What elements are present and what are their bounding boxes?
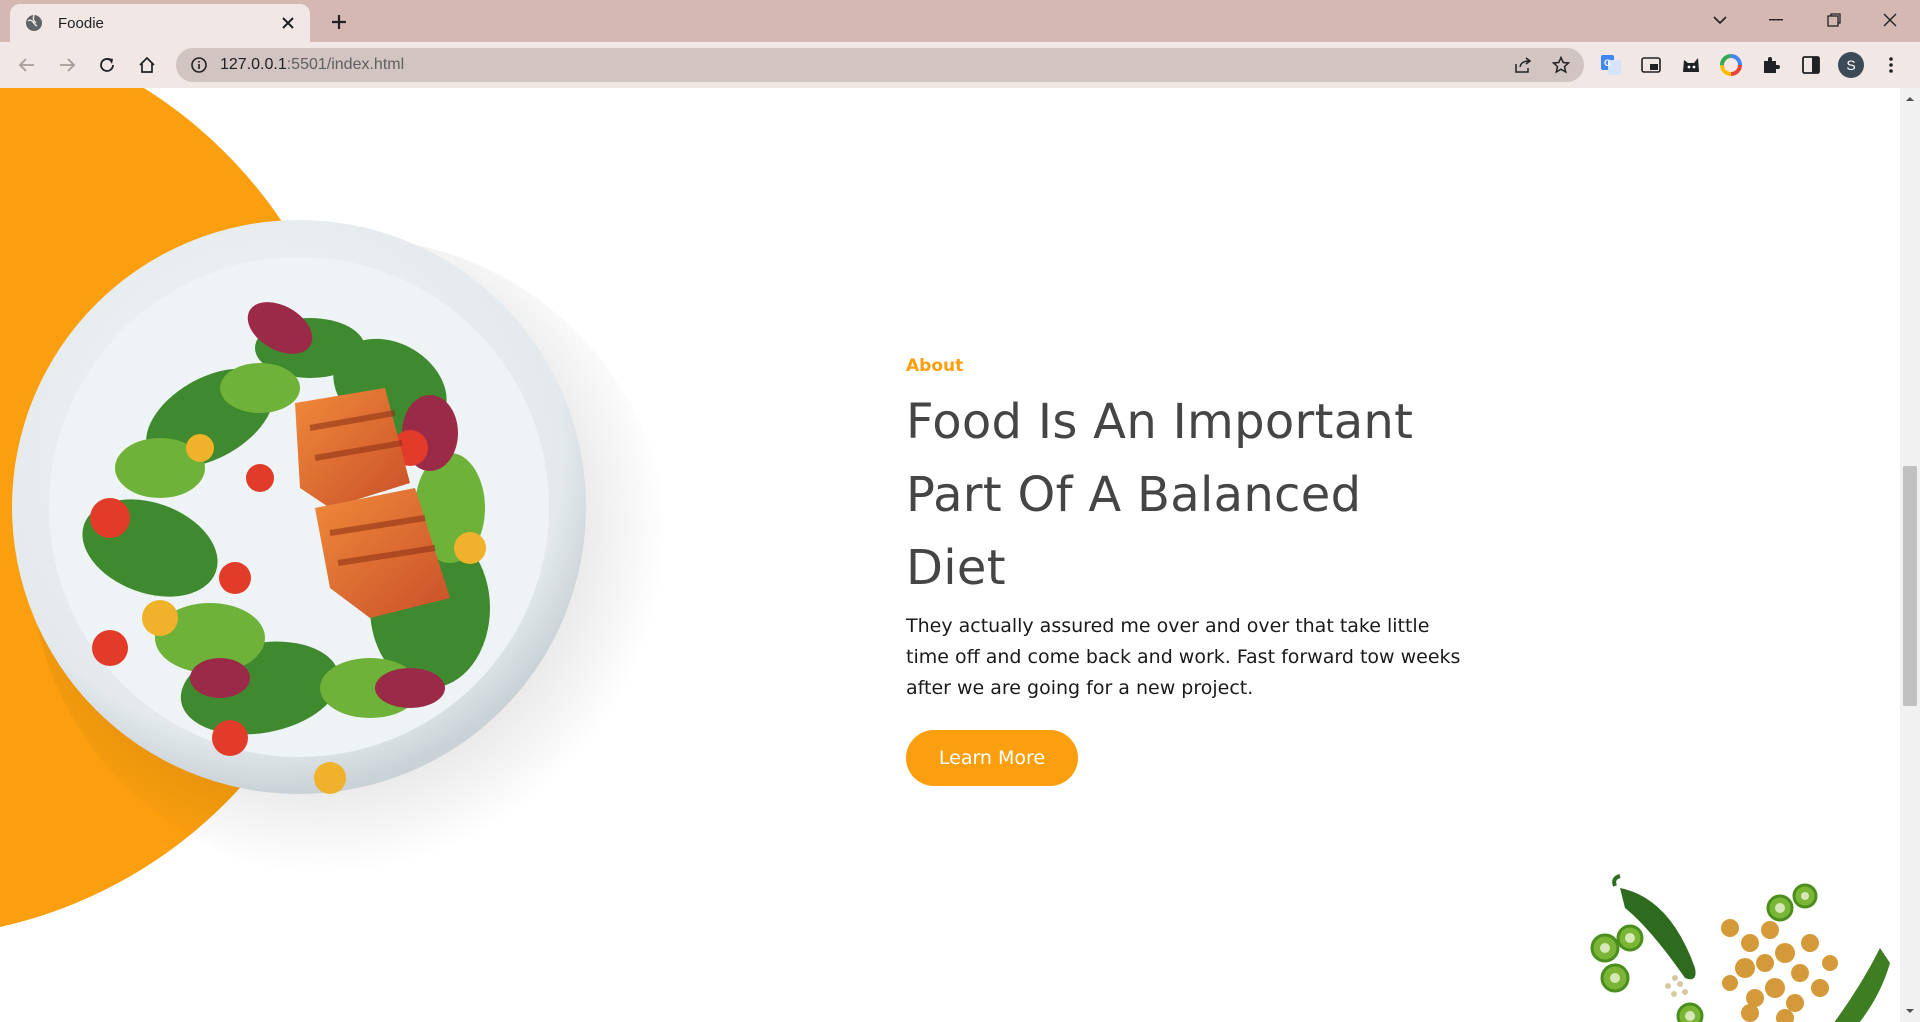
- chickpeas-peppers-image: [1590, 874, 1890, 1022]
- url-host: 127.0.0.1: [220, 56, 287, 73]
- vertical-scrollbar[interactable]: [1900, 88, 1920, 1022]
- reload-icon[interactable]: [92, 50, 122, 80]
- close-icon[interactable]: [276, 11, 300, 35]
- scrollbar-thumb[interactable]: [1903, 466, 1917, 706]
- browser-toolbar: 127.0.0.1:5501/index.html G S: [0, 42, 1920, 88]
- plus-icon[interactable]: [326, 9, 352, 35]
- arrow-right-icon[interactable]: [52, 50, 82, 80]
- tab-title: Foodie: [58, 14, 104, 32]
- globe-icon: [24, 13, 44, 33]
- window-close-icon[interactable]: [1870, 6, 1910, 34]
- url-text[interactable]: 127.0.0.1:5501/index.html: [220, 56, 1508, 74]
- tab-strip: Foodie: [0, 0, 1920, 42]
- page-viewport: About Food Is An Important Part Of A Bal…: [0, 88, 1900, 1022]
- star-icon[interactable]: [1546, 50, 1576, 80]
- home-icon[interactable]: [132, 50, 162, 80]
- chevron-down-icon[interactable]: [1700, 6, 1740, 34]
- share-icon[interactable]: [1508, 50, 1538, 80]
- extension-cat-icon[interactable]: [1676, 50, 1706, 80]
- info-icon[interactable]: [188, 54, 210, 76]
- url-path: :5501/index.html: [286, 56, 405, 73]
- side-panel-icon[interactable]: [1796, 50, 1826, 80]
- tab-foodie[interactable]: Foodie: [10, 4, 310, 42]
- color-picker-icon[interactable]: [1716, 50, 1746, 80]
- page-title: Food Is An Important Part Of A Balanced …: [906, 386, 1466, 605]
- kebab-menu-icon[interactable]: [1876, 50, 1906, 80]
- scroll-up-arrow-icon[interactable]: [1900, 90, 1920, 108]
- restore-icon[interactable]: [1814, 6, 1854, 34]
- about-section: About Food Is An Important Part Of A Bal…: [906, 356, 1466, 786]
- minimize-icon[interactable]: [1756, 6, 1796, 34]
- avatar: S: [1838, 52, 1864, 78]
- svg-text:G: G: [1604, 58, 1611, 68]
- about-paragraph: They actually assured me over and over t…: [906, 615, 1461, 699]
- profile-avatar[interactable]: S: [1836, 50, 1866, 80]
- section-eyebrow: About: [906, 356, 964, 376]
- picture-in-picture-icon[interactable]: [1636, 50, 1666, 80]
- scroll-down-arrow-icon[interactable]: [1900, 1002, 1920, 1020]
- learn-more-button[interactable]: Learn More: [906, 730, 1078, 786]
- arrow-left-icon[interactable]: [12, 50, 42, 80]
- heading-line-2: Part Of A Balanced Diet: [906, 467, 1362, 596]
- translate-icon[interactable]: G: [1596, 50, 1626, 80]
- heading-line-1: Food Is An Important: [906, 394, 1414, 450]
- puzzle-icon[interactable]: [1756, 50, 1786, 80]
- salmon-salad-plate-image: [12, 220, 586, 794]
- address-bar[interactable]: 127.0.0.1:5501/index.html: [176, 48, 1584, 82]
